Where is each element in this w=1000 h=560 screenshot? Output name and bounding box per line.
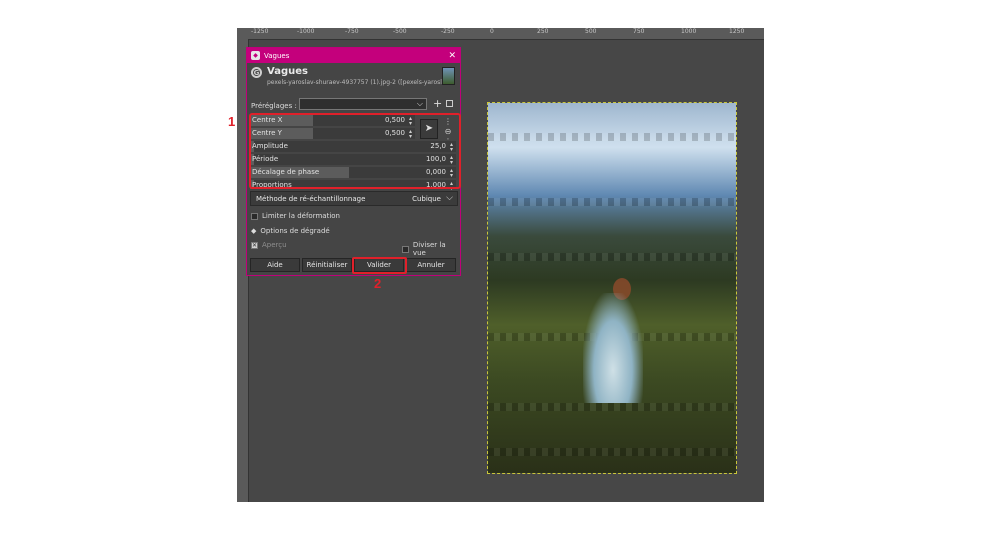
highlight-box-params [249,113,461,189]
horizontal-ruler[interactable]: -1250 -1000 -750 -500 -250 0 250 500 750… [237,28,764,40]
ruler-label: -1250 [251,28,269,35]
ruler-label: -750 [345,28,359,35]
dialog-titlebar[interactable]: ◆ Vagues ✕ [247,48,460,63]
help-button[interactable]: Aide [250,258,300,272]
image-thumbnail [442,67,455,85]
presets-combo[interactable]: ⌵ [299,98,427,110]
presets-label: Préréglages : [251,102,297,110]
gradient-label: Options de dégradé [260,227,330,235]
wave-distortion [488,133,736,141]
wave-distortion [488,403,736,411]
gradient-options-expander[interactable]: ◆ Options de dégradé [251,227,330,235]
figure-dress [583,293,643,403]
checkbox-checked-icon[interactable]: ✕ [251,241,258,249]
chevron-down-icon: ⌵ [416,99,423,108]
filter-title: Vagues [267,66,308,77]
gimp-app-icon: ◆ [251,51,260,60]
preview-label: Aperçu [262,241,287,249]
limit-deformation-checkbox[interactable]: Limiter la déformation [251,212,340,220]
image-canvas[interactable] [487,102,737,474]
preset-menu-icon[interactable] [446,100,453,107]
add-preset-icon[interactable]: + [433,97,442,110]
wave-distortion [488,448,736,456]
resample-method-combo[interactable]: Méthode de ré-échantillonnage Cubique ⌵ [250,191,458,206]
split-view-checkbox[interactable]: Diviser la vue [402,241,460,257]
ruler-label: 1250 [729,28,745,35]
wave-distortion [488,253,736,261]
reset-button[interactable]: Réinitialiser [302,258,352,272]
limit-label: Limiter la déformation [262,212,340,220]
dialog-header: G Vagues pexels-yaroslav-shuraev-4937757… [247,63,460,93]
cancel-button[interactable]: Annuler [406,258,456,272]
expander-icon: ◆ [251,227,257,235]
ruler-label: 1000 [681,28,697,35]
ruler-label: -1000 [297,28,315,35]
close-icon[interactable]: ✕ [448,51,456,61]
checkbox-box[interactable] [402,245,409,253]
gegl-logo-icon: G [251,67,262,78]
ruler-label: 500 [585,28,597,35]
window-title: Vagues [264,51,290,60]
step-marker-2: 2 [374,276,382,291]
ruler-label: 250 [537,28,549,35]
ruler-label: 750 [633,28,645,35]
image-name: pexels-yaroslav-shuraev-4937757 (1).jpg-… [267,79,452,86]
ruler-label: 0 [490,28,494,35]
highlight-box-ok [352,257,407,274]
checkbox-box[interactable] [251,212,258,220]
step-marker-1: 1 [228,114,236,129]
ruler-label: -250 [441,28,455,35]
wave-distortion [488,198,736,206]
ruler-label: -500 [393,28,407,35]
resample-label: Méthode de ré-échantillonnage [256,195,366,203]
resample-value: Cubique [412,195,441,203]
split-label: Diviser la vue [412,241,446,257]
preview-checkbox[interactable]: ✕ Aperçu [251,241,287,249]
chevron-down-icon: ⌵ [446,193,453,203]
